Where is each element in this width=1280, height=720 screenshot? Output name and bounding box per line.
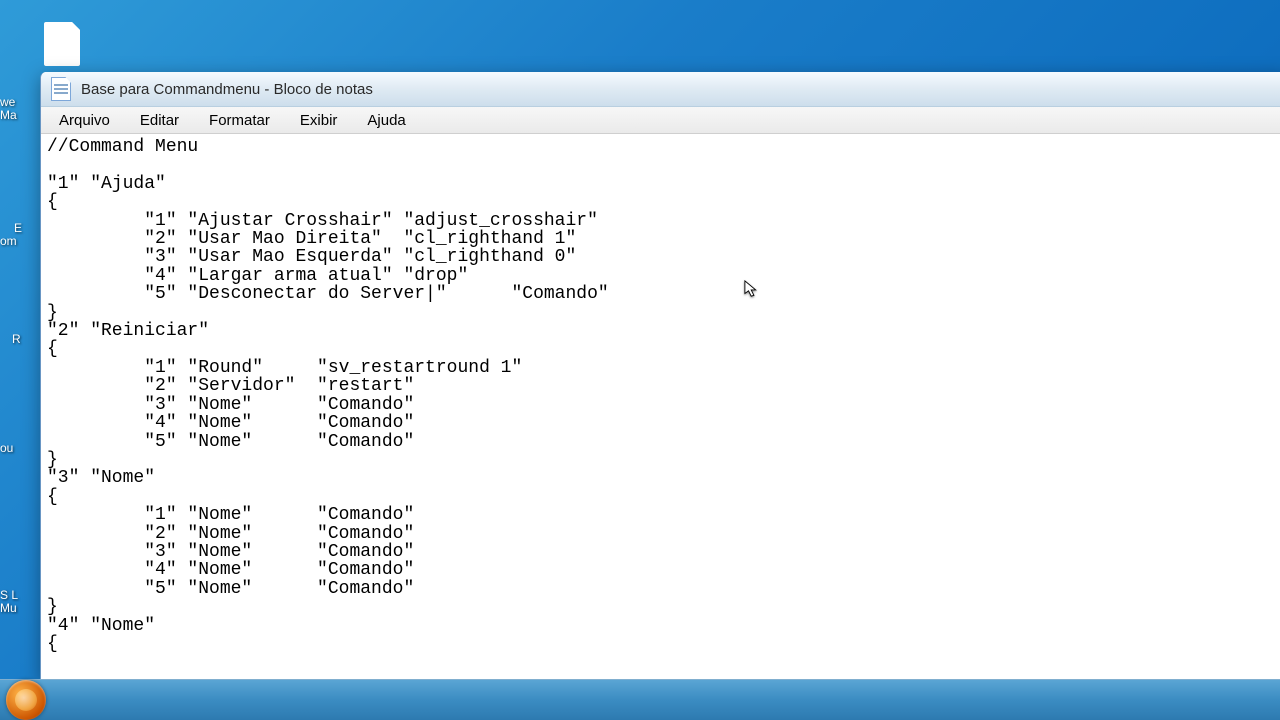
taskbar[interactable]	[0, 679, 1280, 720]
desktop-label: R	[12, 333, 21, 346]
start-button[interactable]	[6, 680, 46, 720]
notepad-icon	[51, 77, 71, 101]
menu-edit[interactable]: Editar	[134, 110, 185, 131]
menu-help[interactable]: Ajuda	[361, 110, 411, 131]
notepad-window: Base para Commandmenu - Bloco de notas A…	[40, 72, 1280, 680]
desktop-label: Ma	[0, 109, 17, 122]
desktop-label: ou	[0, 442, 13, 455]
titlebar[interactable]: Base para Commandmenu - Bloco de notas	[41, 72, 1280, 107]
window-title: Base para Commandmenu - Bloco de notas	[81, 81, 373, 98]
desktop-label: om	[0, 235, 17, 248]
menu-file[interactable]: Arquivo	[53, 110, 116, 131]
menubar: Arquivo Editar Formatar Exibir Ajuda	[41, 107, 1280, 134]
desktop-label: Mu	[0, 602, 17, 615]
menu-format[interactable]: Formatar	[203, 110, 276, 131]
desktop: we Ma E om R ou S L Mu Base para Command…	[0, 0, 1280, 720]
file-icon	[44, 22, 80, 66]
text-editor[interactable]: //Command Menu "1" "Ajuda" { "1" "Ajusta…	[41, 134, 1280, 679]
menu-view[interactable]: Exibir	[294, 110, 344, 131]
